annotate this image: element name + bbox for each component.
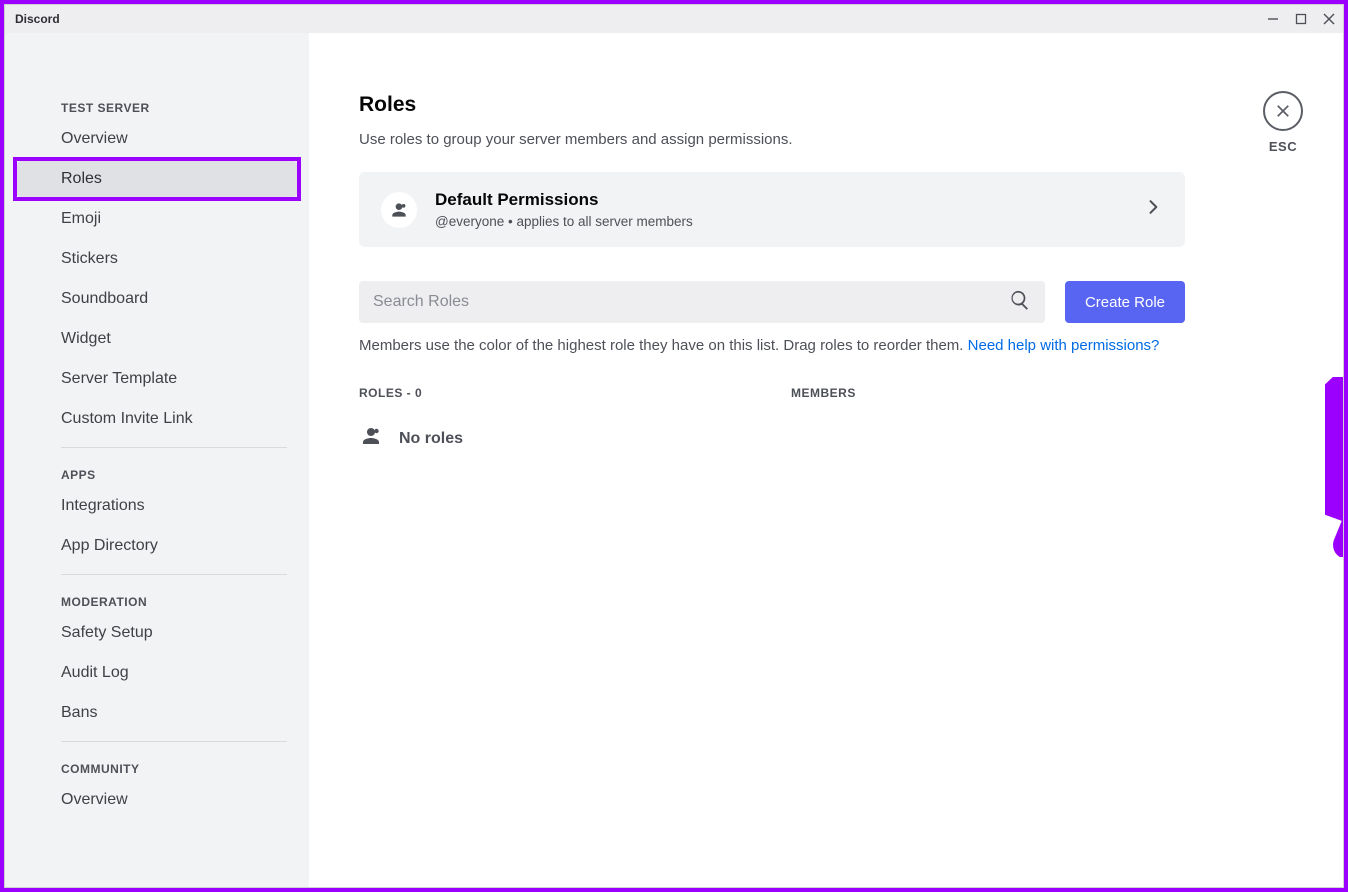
sidebar-item-overview[interactable]: Overview	[17, 121, 297, 157]
roles-table-header: ROLES - 0 MEMBERS	[359, 386, 1185, 400]
maximize-icon	[1295, 13, 1307, 25]
search-row: Create Role	[359, 281, 1185, 323]
sidebar-item-safety-setup[interactable]: Safety Setup	[17, 615, 297, 651]
card-subtitle: @everyone • applies to all server member…	[435, 214, 1125, 229]
page-description: Use roles to group your server members a…	[359, 131, 1259, 148]
window-controls	[1265, 11, 1337, 27]
annotation-highlight: Roles	[13, 157, 301, 201]
sidebar-item-integrations[interactable]: Integrations	[17, 488, 297, 524]
close-window-button[interactable]	[1321, 11, 1337, 27]
close-settings-button[interactable]	[1263, 91, 1303, 131]
sidebar-item-app-directory[interactable]: App Directory	[17, 528, 297, 564]
app-window: Discord TEST SERVEROverviewRolesEmojiSti…	[4, 4, 1344, 888]
members-icon	[381, 192, 417, 228]
sidebar-item-bans[interactable]: Bans	[17, 695, 297, 731]
search-box[interactable]	[359, 281, 1045, 323]
create-role-button[interactable]: Create Role	[1065, 281, 1185, 323]
sidebar-item-soundboard[interactable]: Soundboard	[17, 281, 297, 317]
page-title: Roles	[359, 93, 1259, 117]
empty-roles-text: No roles	[399, 430, 463, 448]
sidebar: TEST SERVEROverviewRolesEmojiStickersSou…	[5, 33, 309, 887]
sidebar-item-community-overview[interactable]: Overview	[17, 782, 297, 818]
titlebar-title: Discord	[15, 12, 60, 26]
sidebar-group-header: TEST SERVER	[17, 93, 297, 121]
sidebar-item-roles[interactable]: Roles	[17, 161, 297, 197]
default-permissions-card[interactable]: Default Permissions @everyone • applies …	[359, 172, 1185, 247]
sidebar-item-emoji[interactable]: Emoji	[17, 201, 297, 237]
close-icon	[1274, 102, 1292, 120]
sidebar-divider	[61, 741, 287, 742]
sidebar-item-widget[interactable]: Widget	[17, 321, 297, 357]
sidebar-item-audit-log[interactable]: Audit Log	[17, 655, 297, 691]
sidebar-item-server-template[interactable]: Server Template	[17, 361, 297, 397]
annotation-arrow	[1325, 377, 1343, 557]
search-roles-input[interactable]	[373, 293, 1009, 311]
sidebar-divider	[61, 574, 287, 575]
card-title: Default Permissions	[435, 190, 1125, 210]
esc-label: ESC	[1263, 139, 1303, 154]
helper-text: Members use the color of the highest rol…	[359, 337, 1185, 354]
titlebar: Discord	[5, 5, 1343, 33]
helper-text-prefix: Members use the color of the highest rol…	[359, 337, 968, 354]
maximize-button[interactable]	[1293, 11, 1309, 27]
roles-column-header: ROLES - 0	[359, 386, 791, 400]
minimize-button[interactable]	[1265, 11, 1281, 27]
minimize-icon	[1267, 13, 1279, 25]
sidebar-group-header: APPS	[17, 460, 297, 488]
members-column-header: MEMBERS	[791, 386, 1185, 400]
sidebar-group-header: MODERATION	[17, 587, 297, 615]
sidebar-item-stickers[interactable]: Stickers	[17, 241, 297, 277]
chevron-right-icon	[1143, 197, 1163, 222]
help-permissions-link[interactable]: Need help with permissions?	[968, 337, 1160, 354]
main-content: ESC Roles Use roles to group your server…	[309, 33, 1343, 887]
close-panel: ESC	[1263, 91, 1303, 154]
empty-roles-row: No roles	[359, 424, 1259, 453]
body: TEST SERVEROverviewRolesEmojiStickersSou…	[5, 33, 1343, 887]
sidebar-item-custom-invite-link[interactable]: Custom Invite Link	[17, 401, 297, 437]
sidebar-group-header: COMMUNITY	[17, 754, 297, 782]
close-icon	[1323, 13, 1335, 25]
members-icon	[359, 424, 383, 453]
search-icon	[1009, 289, 1031, 316]
sidebar-divider	[61, 447, 287, 448]
card-body: Default Permissions @everyone • applies …	[435, 190, 1125, 229]
